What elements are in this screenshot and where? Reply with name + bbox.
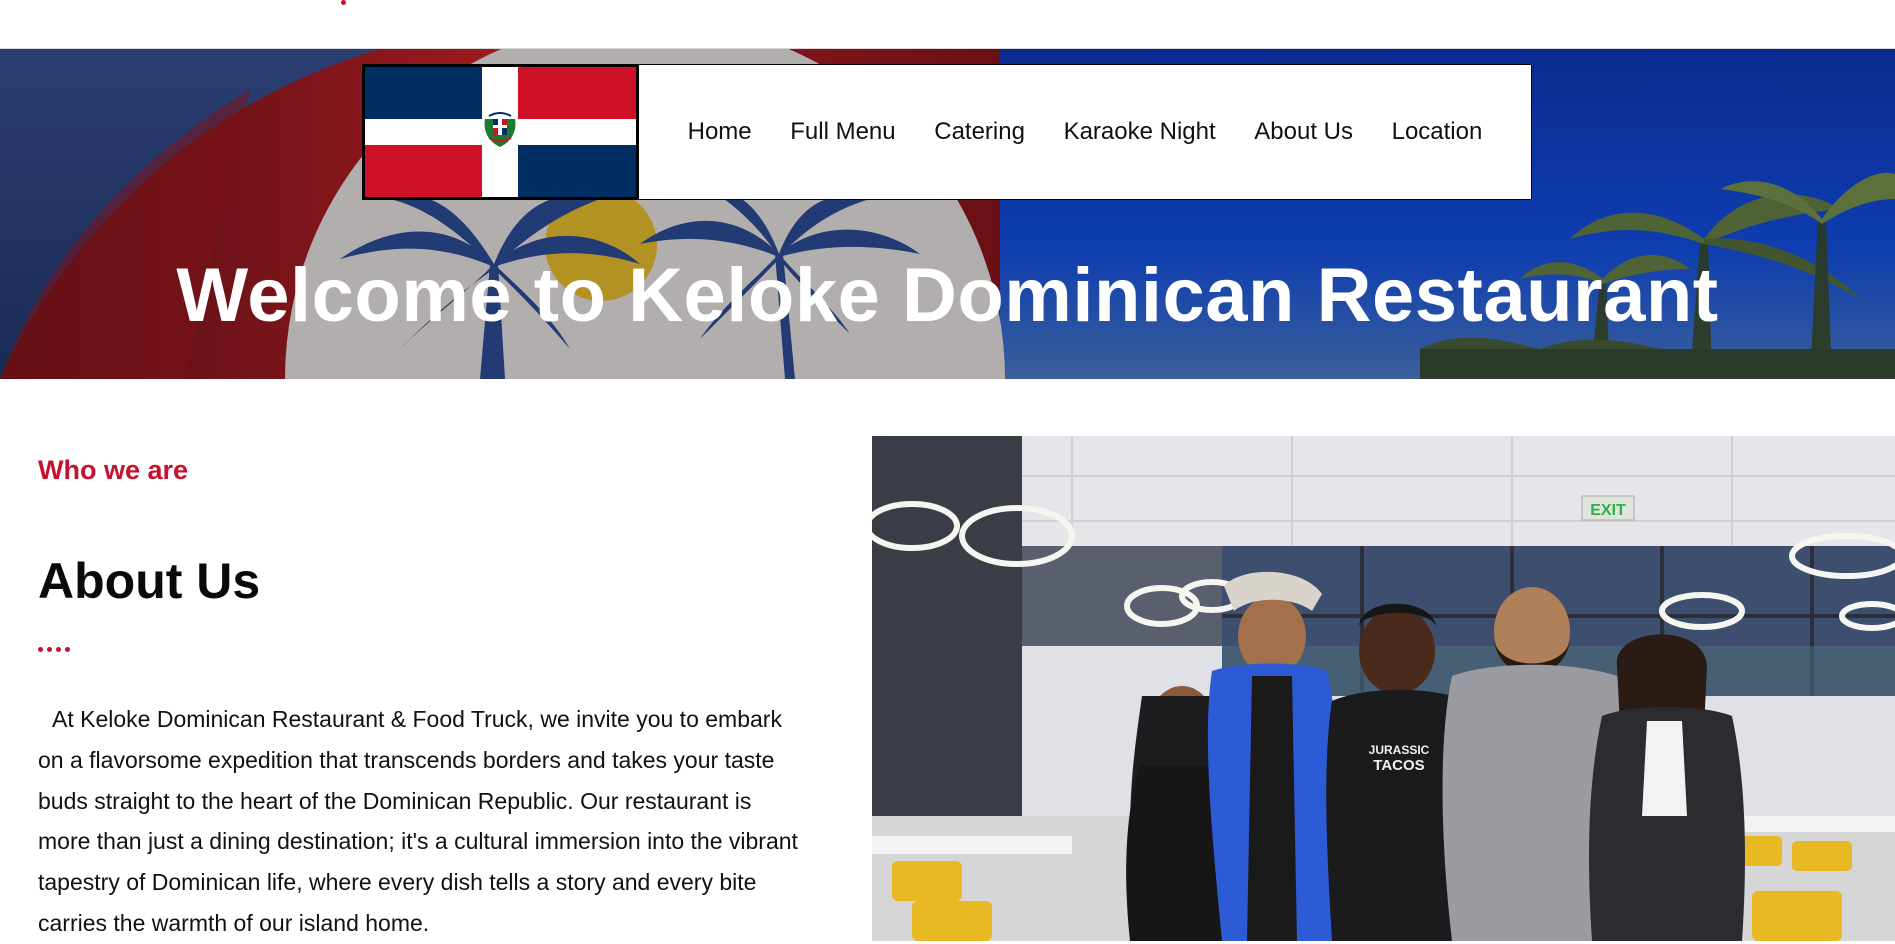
nav-location[interactable]: Location bbox=[1392, 118, 1483, 146]
main-nav: Home Full Menu Catering Karaoke Night Ab… bbox=[638, 64, 1532, 200]
nav-catering[interactable]: Catering bbox=[934, 118, 1025, 146]
shirt-text-1: JURASSIC bbox=[1369, 743, 1430, 757]
title-divider-dots bbox=[38, 647, 70, 652]
section-eyebrow: Who we are bbox=[38, 455, 189, 485]
nav-karaoke-night[interactable]: Karaoke Night bbox=[1064, 118, 1216, 146]
top-strip bbox=[0, 0, 1895, 49]
dominican-flag-logo[interactable] bbox=[362, 64, 639, 200]
about-title: About Us bbox=[38, 553, 261, 609]
team-photo: EXIT JURASSIC TACOS bbox=[872, 436, 1895, 941]
dominican-flag-icon bbox=[365, 67, 636, 197]
nav-home[interactable]: Home bbox=[688, 118, 752, 146]
top-dot bbox=[341, 0, 346, 5]
team-photo-illustration: EXIT JURASSIC TACOS bbox=[872, 436, 1895, 941]
about-paragraph: At Keloke Dominican Restaurant & Food Tr… bbox=[38, 706, 798, 936]
hero-title: Welcome to Keloke Dominican Restaurant bbox=[176, 253, 1719, 338]
nav-about-us[interactable]: About Us bbox=[1254, 118, 1353, 146]
exit-sign: EXIT bbox=[1590, 502, 1626, 519]
shirt-text-2: TACOS bbox=[1373, 757, 1424, 774]
hero-banner: Home Full Menu Catering Karaoke Night Ab… bbox=[0, 49, 1895, 379]
nav-full-menu[interactable]: Full Menu bbox=[790, 118, 895, 146]
